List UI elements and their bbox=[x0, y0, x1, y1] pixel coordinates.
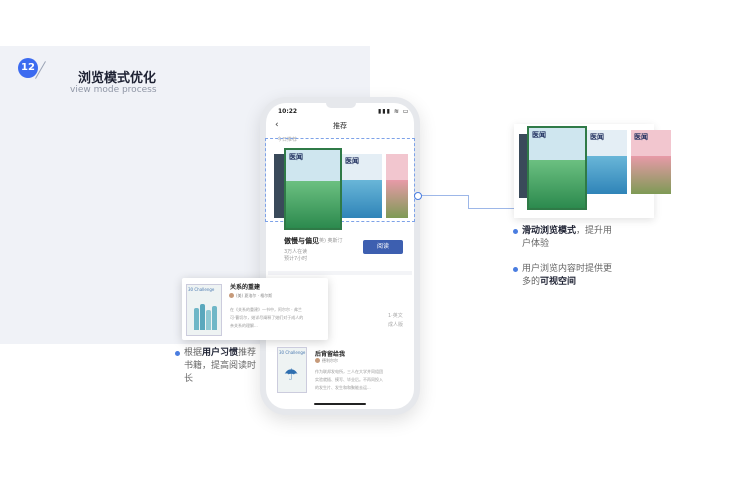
bullet-icon bbox=[513, 229, 518, 234]
bottle-illustration bbox=[200, 304, 205, 330]
connector-line bbox=[468, 195, 469, 209]
connector-line bbox=[420, 195, 468, 196]
note-recommend: 根据用户习惯推荐书籍，提高阅读时长 bbox=[184, 347, 258, 386]
note-highlight: 用户习惯 bbox=[202, 348, 239, 358]
status-time: 10:22 bbox=[278, 108, 298, 115]
status-icons: ▮▮▮ ≋ ▭ bbox=[378, 108, 410, 115]
popout-description: 可·曹切尔，她详尽阐释了她们对于成人的 bbox=[230, 315, 304, 320]
step-badge: 12 bbox=[18, 58, 38, 78]
preview-cover-featured: 医闻 bbox=[527, 126, 587, 210]
cover-logo: 医闻 bbox=[532, 131, 546, 139]
home-indicator bbox=[314, 403, 366, 405]
book-cover-next[interactable]: 医闻 bbox=[342, 154, 382, 218]
list-item-description: 的发生片、发生和和聚能去运... bbox=[315, 385, 371, 390]
page-title: 浏览模式优化 bbox=[78, 71, 157, 86]
section-divider bbox=[268, 271, 412, 275]
book-readers: 3万人在读 bbox=[284, 249, 308, 255]
back-icon[interactable]: ‹ bbox=[275, 120, 279, 130]
note-prefix: 根据 bbox=[184, 348, 203, 358]
note-visible-space: 用户浏览内容时提供更多的可视空间 bbox=[522, 263, 616, 289]
page-subtitle: view mode process bbox=[70, 85, 157, 95]
avatar bbox=[315, 358, 320, 363]
book-title: 傲慢与偏见 bbox=[284, 237, 319, 245]
connector-dot bbox=[414, 192, 422, 200]
bullet-icon bbox=[513, 267, 518, 272]
book-cover-pink[interactable] bbox=[386, 154, 408, 218]
book-read-time: 预计7小时 bbox=[284, 256, 308, 262]
list-item-title: 后背留给我 bbox=[315, 351, 346, 358]
nav-title: 推荐 bbox=[333, 122, 347, 130]
cover-logo: 医闻 bbox=[345, 157, 359, 165]
popout-description: 在《关系的重建》一书中，阿尔尔 · 弗兰 bbox=[230, 307, 302, 312]
cover-logo: 医闻 bbox=[289, 153, 303, 161]
popout-description: 亲关系的理解... bbox=[230, 323, 258, 328]
list-item-description: 实验就插、摸写、毕业后。不再同投入 bbox=[315, 377, 383, 382]
cover-logo: 医闻 bbox=[590, 133, 604, 141]
phone-notch bbox=[326, 103, 356, 108]
list-meta: 1·英文 bbox=[388, 313, 403, 319]
read-button[interactable]: 阅读 bbox=[363, 240, 403, 254]
bottle-illustration bbox=[212, 306, 217, 330]
preview-cover-pink: 医闻 bbox=[631, 130, 671, 194]
book-author: (英) 奥斯汀 bbox=[317, 238, 343, 244]
list-item-author: 德利尔尔 bbox=[322, 358, 338, 363]
list-meta: 成人版 bbox=[388, 322, 404, 328]
bottle-illustration bbox=[206, 310, 211, 330]
connector-line bbox=[468, 208, 514, 209]
bullet-icon bbox=[175, 351, 180, 356]
cover-logo: 医闻 bbox=[634, 133, 648, 141]
note-swipe-mode: 滑动浏览模式，提升用户体验 bbox=[522, 225, 616, 251]
umbrella-icon: ☂ bbox=[284, 365, 299, 384]
book-cover-featured[interactable]: 医闻 bbox=[284, 148, 342, 230]
list-item-description: 作为联邦发电所，三人在大学并同组团 bbox=[315, 369, 383, 374]
popout-cover-text: 30 Challenge bbox=[188, 287, 215, 292]
bottle-illustration bbox=[194, 308, 199, 330]
avatar bbox=[229, 293, 234, 298]
list-cover-text: 30 Challenge bbox=[279, 350, 306, 355]
popout-author: (美) 夏洛尔 · 格尔斯 bbox=[236, 293, 273, 298]
preview-cover-blue: 医闻 bbox=[587, 130, 627, 194]
note-highlight: 可视空间 bbox=[540, 277, 577, 287]
popout-title: 关系的重建 bbox=[230, 284, 261, 291]
note-highlight: 滑动浏览模式 bbox=[522, 226, 577, 236]
